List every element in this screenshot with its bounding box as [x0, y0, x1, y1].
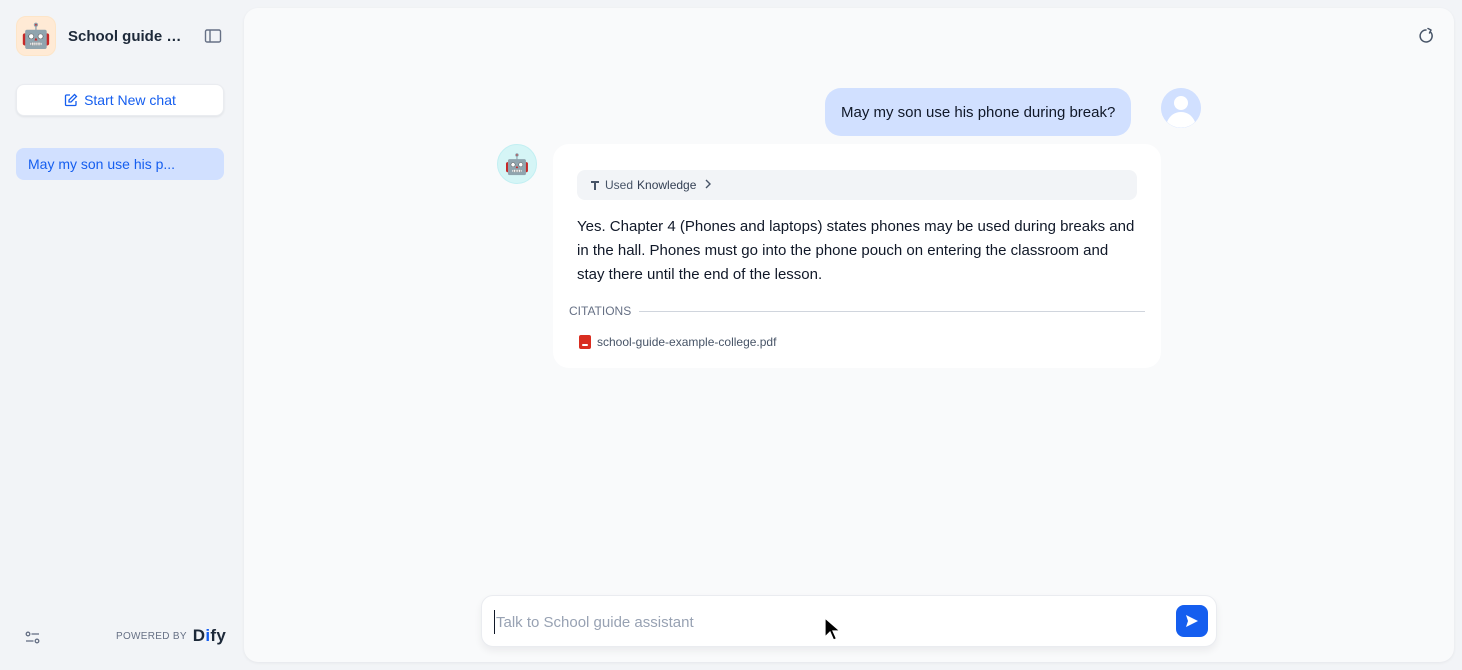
knowledge-label: Knowledge: [637, 178, 697, 192]
chat-input-box: [481, 595, 1217, 647]
mouse-cursor-icon: [824, 617, 841, 641]
settings-sliders-icon[interactable]: [24, 629, 42, 647]
bot-avatar-robot-icon: 🤖: [497, 144, 537, 184]
powered-by: POWERED BY Dify: [116, 626, 226, 646]
user-avatar-icon: [1161, 88, 1201, 128]
start-new-chat-label: Start New chat: [84, 92, 176, 108]
used-knowledge-toggle[interactable]: Used Knowledge: [577, 170, 1137, 200]
citation-file[interactable]: school-guide-example-college.pdf: [573, 330, 782, 354]
refresh-icon[interactable]: [1416, 26, 1436, 46]
sidebar-collapse-icon[interactable]: [204, 28, 222, 44]
bot-answer-text: Yes. Chapter 4 (Phones and laptops) stat…: [577, 218, 1135, 283]
start-new-chat-button[interactable]: Start New chat: [16, 84, 224, 116]
conversation-item[interactable]: May my son use his p...: [16, 148, 224, 180]
citations-header: CITATIONS: [569, 303, 1145, 319]
knowledge-icon: [591, 181, 599, 190]
send-icon: [1186, 615, 1198, 627]
app-avatar-robot-icon: 🤖: [16, 16, 56, 56]
used-label: Used: [605, 178, 634, 192]
citations-label: CITATIONS: [569, 304, 632, 318]
bot-message-card: Used Knowledge Yes. Chapter 4 (Phones an…: [553, 144, 1161, 368]
citation-file-name: school-guide-example-college.pdf: [597, 335, 777, 349]
pdf-file-icon: [579, 335, 591, 349]
app-header: 🤖 School guide a...: [16, 16, 226, 56]
chevron-right-icon: [704, 178, 712, 192]
citations-divider: [639, 310, 1145, 312]
edit-icon: [64, 93, 78, 107]
chat-main: May my son use his phone during break? 🤖…: [244, 8, 1454, 662]
user-message-bubble: May my son use his phone during break?: [825, 88, 1132, 136]
dify-logo: Dify: [192, 626, 227, 645]
send-button[interactable]: [1176, 605, 1208, 637]
powered-by-label: POWERED BY: [116, 630, 187, 642]
sidebar: 🤖 School guide a... Start New chat May m…: [0, 0, 240, 670]
app-title: School guide a...: [68, 27, 186, 45]
